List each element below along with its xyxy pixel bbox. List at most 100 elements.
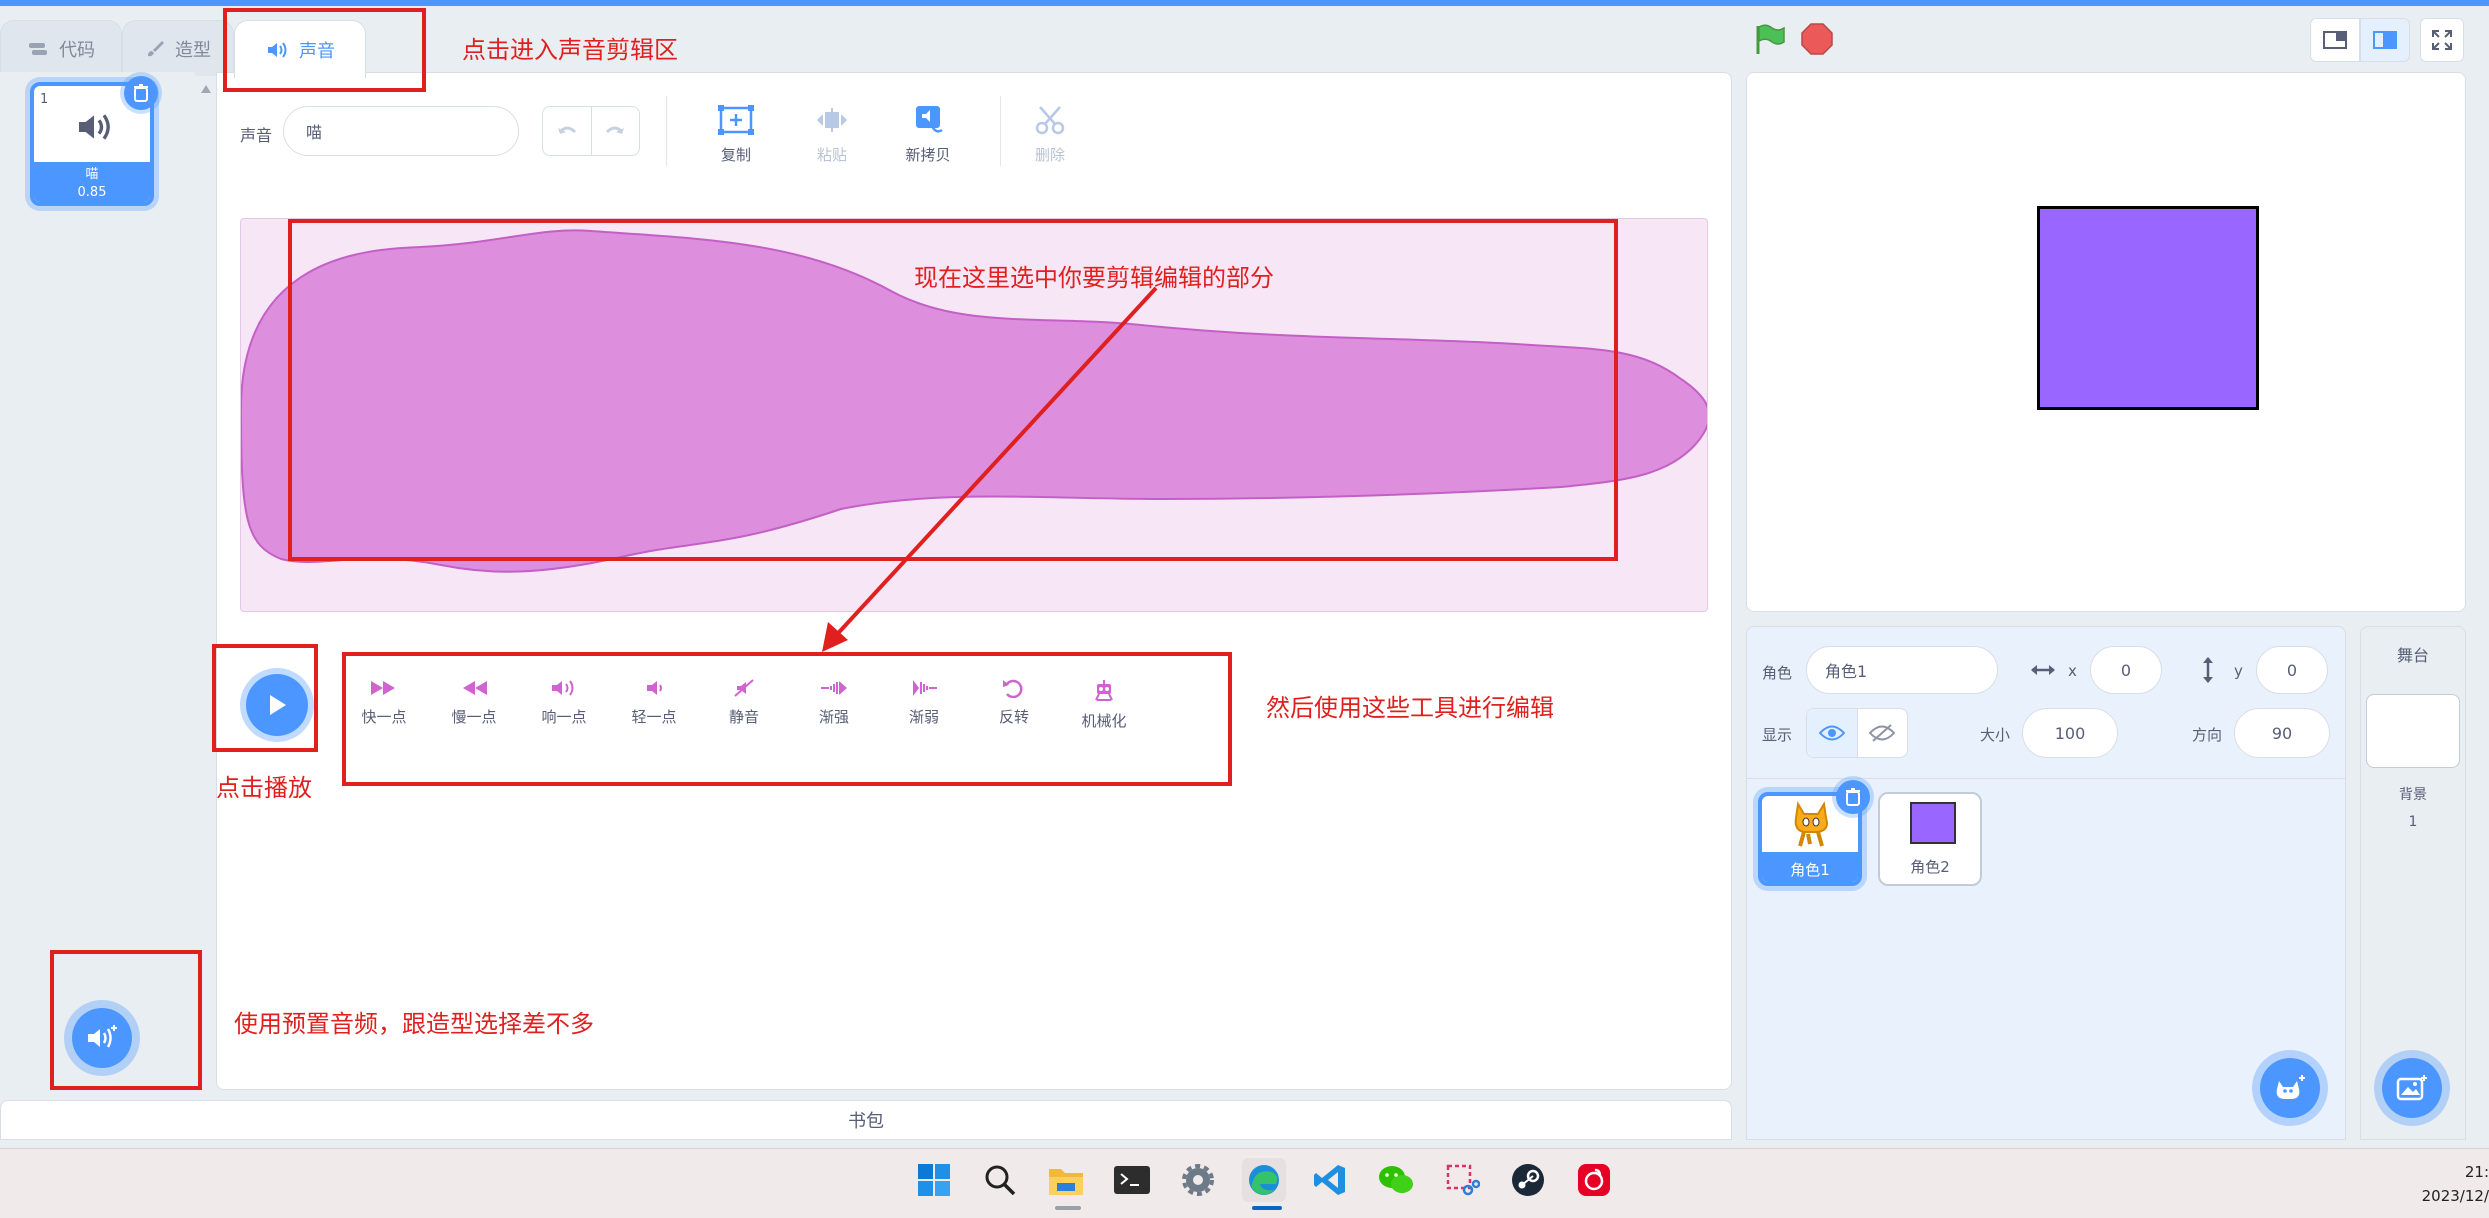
file-explorer-icon[interactable] [1044,1158,1088,1202]
backpack-bar[interactable]: 书包 [0,1100,1732,1140]
green-flag-icon[interactable] [1752,22,1786,56]
tab-sounds[interactable]: 声音 [234,20,366,78]
sound-name-input[interactable]: 喵 [283,106,519,156]
fullscreen-icon [2432,30,2452,50]
undo-button[interactable] [543,107,592,155]
backdrop-count: 1 [2408,814,2418,830]
stop-icon[interactable] [1800,22,1834,56]
paste-button[interactable]: 粘贴 [802,104,862,165]
add-backdrop-icon [2396,1075,2427,1101]
delete-selection-label: 删除 [1034,146,1065,164]
annotation-box-play [212,644,318,752]
scroll-up-icon [201,85,211,93]
sprite-name-input[interactable]: 角色1 [1806,646,1998,694]
annotation-box-preset [50,950,202,1090]
tab-costumes[interactable]: 造型 [122,20,234,76]
direction-value: 90 [2271,723,2293,743]
speaker-icon [268,41,287,58]
sound-name-value: 喵 [306,123,323,142]
annotation-tools: 然后使用这些工具进行编辑 [1266,694,1554,722]
windows-start-icon[interactable] [912,1158,956,1202]
small-stage-button[interactable] [2310,18,2360,62]
search-icon[interactable] [978,1158,1022,1202]
settings-icon[interactable] [1176,1158,1220,1202]
direction-label: 方向 [2192,726,2223,744]
trash-icon [1846,788,1860,806]
brush-icon [148,40,164,56]
cat-sprite-icon [1794,801,1828,847]
y-label: y [2234,662,2243,680]
sound-list-panel [0,72,195,1094]
tab-sounds-label: 声音 [299,40,335,62]
sprite-tile-2-label: 角色2 [1910,858,1950,876]
sprite-label: 角色 [1762,664,1793,682]
choose-sprite-button[interactable] [2260,1058,2320,1118]
stage-canvas[interactable] [1746,72,2466,612]
tab-code[interactable]: 代码 [0,20,122,76]
fullscreen-button[interactable] [2420,18,2464,62]
delete-sound-button[interactable] [124,76,158,110]
x-label: x [2068,662,2077,680]
trash-icon [134,84,148,102]
netease-music-icon[interactable] [1572,1158,1616,1202]
annotation-box-effects [342,652,1232,786]
stage-panel-title: 舞台 [2396,646,2429,665]
toolbar-divider [666,96,667,166]
sound-list-scrollbar[interactable] [195,76,217,1088]
size-value: 100 [2054,723,2086,743]
clock-date: 2023/12/ [2421,1187,2489,1205]
delete-selection-button[interactable]: 删除 [1020,104,1080,165]
undo-redo-group [542,106,640,156]
snipping-tool-icon[interactable] [1440,1158,1484,1202]
hide-button[interactable] [1858,709,1908,757]
taskbar-active-indicator [1252,1206,1282,1210]
choose-backdrop-button[interactable] [2382,1058,2442,1118]
y-input[interactable]: 0 [2256,646,2328,694]
copy-to-new-icon [916,106,943,133]
paste-label: 粘贴 [816,146,847,164]
eye-off-icon [1869,724,1896,742]
copy-label: 复制 [720,146,751,164]
undo-icon [557,126,576,134]
x-input[interactable]: 0 [2090,646,2162,694]
redo-button[interactable] [592,107,640,155]
sprite2-thumbnail [1910,802,1956,844]
toolbar-divider [1000,96,1001,166]
backdrop-thumbnail[interactable] [2366,694,2460,768]
large-stage-icon [2373,31,2397,49]
sound-name-label: 声音 [240,126,273,145]
wechat-icon[interactable] [1374,1158,1418,1202]
sprite-tile-2[interactable]: 角色2 [1878,792,1982,886]
large-stage-button[interactable] [2360,18,2410,62]
size-label: 大小 [1980,726,2011,744]
annotation-preset: 使用预置音频，跟造型选择差不多 [234,1010,594,1038]
taskbar-running-indicator [1055,1206,1081,1210]
delete-sprite-button[interactable] [1836,780,1870,814]
vscode-icon[interactable] [1308,1158,1352,1202]
show-label: 显示 [1762,726,1793,744]
annotation-play: 点击播放 [216,774,312,802]
scissors-icon [1035,106,1065,135]
edge-browser-icon[interactable] [1242,1158,1286,1202]
terminal-icon[interactable] [1110,1158,1154,1202]
size-input[interactable]: 100 [2022,708,2118,758]
copy-icon [718,105,754,135]
horizontal-arrows-icon [2031,665,2055,675]
sound-item-name: 喵 [85,167,99,182]
redo-icon [606,126,625,134]
code-icon [29,42,47,55]
show-button[interactable] [1807,709,1858,757]
sprite2-on-stage[interactable] [2037,206,2259,410]
tab-code-label: 代码 [59,39,95,61]
system-clock[interactable]: 21: 2023/12/ [2380,1160,2489,1208]
steam-icon[interactable] [1506,1158,1550,1202]
taskbar-apps [912,1158,1616,1202]
sound-item-footer: 喵 0.85 [34,162,150,202]
annotation-tab: 点击进入声音剪辑区 [462,36,678,64]
annotation-arrow [822,286,1158,652]
copy-button[interactable]: 复制 [706,104,766,165]
copy-to-new-button[interactable]: 新拷贝 [898,104,958,165]
copy-to-new-label: 新拷贝 [905,146,951,164]
direction-input[interactable]: 90 [2234,708,2330,758]
eye-icon [1818,725,1845,741]
